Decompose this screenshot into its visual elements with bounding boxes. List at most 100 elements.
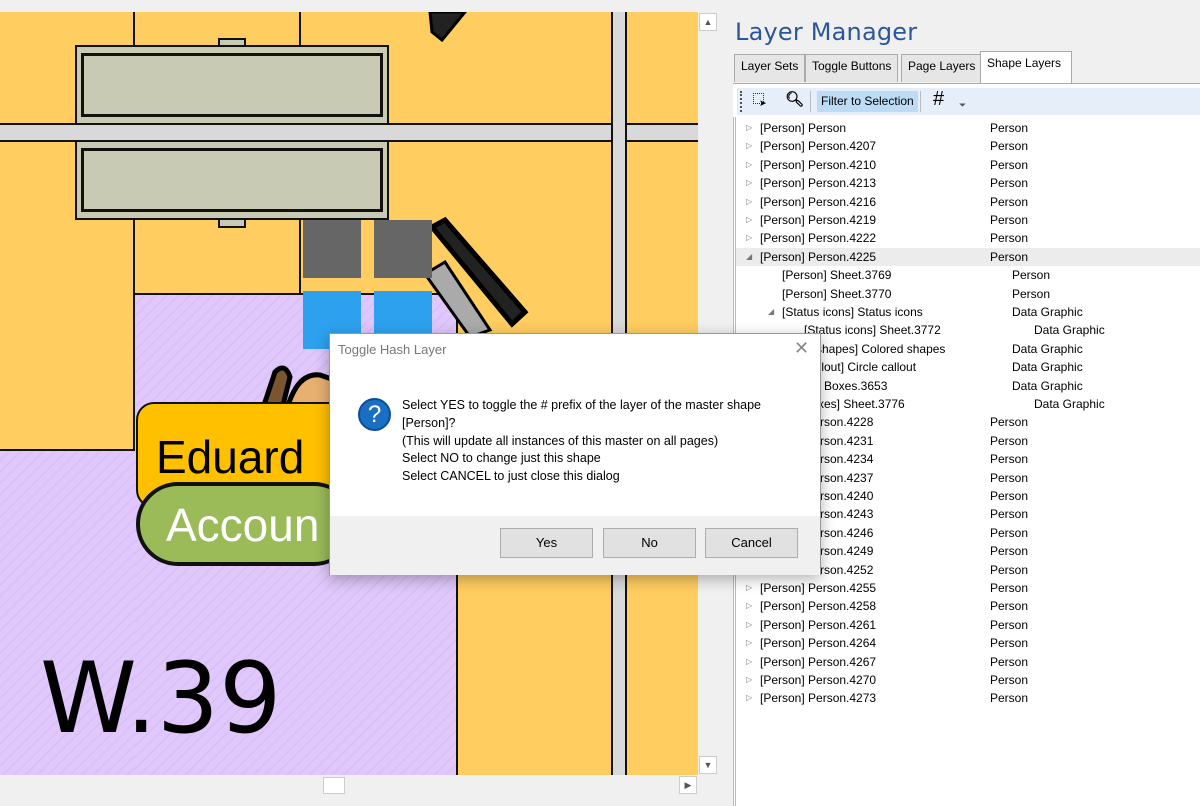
toolbar-separator <box>810 91 811 112</box>
tree-row[interactable]: ▷ [Person] Person.4264 Person <box>736 634 1200 652</box>
desk[interactable] <box>75 140 389 220</box>
tree-row[interactable]: ▷ [Person] Person.4207 Person <box>736 137 1200 155</box>
tab-page-layers[interactable]: Page Layers <box>901 54 983 82</box>
layer-type: Person <box>990 157 1029 172</box>
layer-name: [Status icons] Sheet.3772 <box>804 323 941 338</box>
layer-name: d shapes] Colored shapes <box>806 341 946 356</box>
desk-connector <box>218 218 246 228</box>
tree-row[interactable]: ▷ [Person] Person.4258 Person <box>736 597 1200 615</box>
expand-arrow-icon[interactable]: ▷ <box>746 193 752 211</box>
tree-row[interactable]: ▷ [Person] Person.4216 Person <box>736 193 1200 211</box>
tree-row[interactable]: ▷ [Person] Person.4219 Person <box>736 211 1200 229</box>
expand-arrow-icon[interactable]: ▷ <box>746 653 752 671</box>
tree-row[interactable]: ▷ [Person] Person.4267 Person <box>736 653 1200 671</box>
tree-row[interactable]: ▷ [Person] Person.4270 Person <box>736 671 1200 689</box>
expand-arrow-icon[interactable]: ▷ <box>746 616 752 634</box>
tree-row[interactable]: ▷ [Person] Person.4213 Person <box>736 174 1200 192</box>
room-label: W.39 <box>40 642 282 756</box>
tree-row[interactable]: ▷ [Person] Person.4261 Person <box>736 616 1200 634</box>
layer-type: Person <box>990 654 1029 669</box>
horizontal-scrollbar[interactable]: ▶ <box>0 775 698 795</box>
expand-arrow-icon[interactable]: ▷ <box>746 579 752 597</box>
layer-type: Person <box>990 433 1029 448</box>
layer-type: Person <box>990 249 1029 264</box>
layer-type: Person <box>990 691 1029 706</box>
expand-arrow-icon[interactable]: ▷ <box>746 119 752 137</box>
toolbar-grip[interactable] <box>740 91 742 112</box>
layer-name: rson.4246 <box>820 525 874 540</box>
message-line: Select CANCEL to just close this dialog <box>402 469 620 484</box>
expand-arrow-icon[interactable]: ▷ <box>746 671 752 689</box>
toolbar-separator <box>920 91 921 112</box>
expand-arrow-icon[interactable]: ▷ <box>746 174 752 192</box>
layer-name: [Person] Person.4207 <box>760 139 877 154</box>
overflow-chevron-icon[interactable]: ⏷ <box>959 100 966 111</box>
layer-type: Person <box>990 525 1029 540</box>
layer-type: Person <box>990 452 1029 467</box>
layer-type: Data Graphic <box>1034 323 1105 338</box>
layer-type: Person <box>990 176 1029 191</box>
tree-row[interactable]: ▷ [Person] Person.4255 Person <box>736 579 1200 597</box>
layer-type: Person <box>990 636 1029 651</box>
layer-type: Person <box>990 489 1029 503</box>
layer-name: rson.4234 <box>820 452 874 467</box>
layer-type: Data Graphic <box>1012 378 1083 393</box>
layer-name: [Person] Person <box>760 121 847 135</box>
expand-arrow-icon[interactable]: ▷ <box>746 156 752 174</box>
tab-layer-sets[interactable]: Layer Sets <box>734 54 806 82</box>
hash-toggle-button[interactable]: # <box>933 88 944 111</box>
expand-arrow-icon[interactable]: ▷ <box>746 211 752 229</box>
layer-type: Data Graphic <box>1034 397 1105 411</box>
expand-arrow-icon[interactable]: ▷ <box>746 229 752 247</box>
department-badge: Accoun <box>136 482 356 566</box>
tab-shape-layers[interactable]: Shape Layers <box>980 51 1072 83</box>
layer-name: rson.4237 <box>820 470 874 485</box>
layer-name: rson.4252 <box>820 562 874 577</box>
zoom-icon[interactable]: 🔍︎ <box>785 90 804 108</box>
tree-row[interactable]: ◢ [Status icons] Status icons Data Graphic <box>736 303 1200 321</box>
layer-name: rson.4243 <box>820 507 874 522</box>
dialog-title: Toggle Hash Layer <box>338 342 447 357</box>
collapse-arrow-icon[interactable]: ◢ <box>746 248 752 266</box>
scroll-up-icon[interactable]: ▲ <box>699 13 717 31</box>
expand-arrow-icon[interactable]: ▷ <box>746 137 752 155</box>
yes-button[interactable]: Yes <box>500 528 593 558</box>
layer-name: [Person] Person.4216 <box>760 194 877 209</box>
tree-row[interactable]: ◢ [Person] Person.4225 Person <box>736 247 1200 266</box>
no-button[interactable]: No <box>603 528 696 558</box>
cancel-button[interactable]: Cancel <box>705 528 798 558</box>
layer-name: [Person] Person.4267 <box>760 654 877 669</box>
layer-name: rson.4240 <box>820 489 874 503</box>
tree-row[interactable]: [Person] Sheet.3770 Person <box>736 285 1200 303</box>
expand-arrow-icon[interactable]: ▷ <box>746 689 752 707</box>
scroll-right-icon[interactable]: ▶ <box>679 776 697 794</box>
layer-name: [Person] Person.4210 <box>760 157 877 172</box>
desk[interactable] <box>75 45 389 125</box>
select-region-icon[interactable]: ➤ <box>753 93 767 108</box>
layer-type: Person <box>990 581 1029 595</box>
panel-title: Layer Manager <box>735 18 918 46</box>
tab-toggle-buttons[interactable]: Toggle Buttons <box>805 54 899 82</box>
layer-name: [Person] Person.4270 <box>760 673 877 687</box>
filter-to-selection-button[interactable]: Filter to Selection <box>817 91 918 112</box>
tree-row[interactable]: ▷ [Person] Person.4222 Person <box>736 229 1200 247</box>
layer-name: rson.4231 <box>820 433 874 448</box>
expand-arrow-icon[interactable]: ▷ <box>746 597 752 615</box>
collapse-arrow-icon[interactable]: ◢ <box>768 303 774 321</box>
layer-type: Person <box>990 544 1029 559</box>
toolbar: ➤ 🔍︎ Filter to Selection # ⏷ <box>733 83 1200 117</box>
scroll-down-icon[interactable]: ▼ <box>699 756 717 774</box>
scroll-thumb[interactable] <box>323 777 345 794</box>
message-line: Select YES to toggle the # prefix of the… <box>402 398 762 412</box>
close-icon[interactable]: ✕ <box>794 338 809 359</box>
layer-name: [Person] Sheet.3770 <box>782 286 892 301</box>
layer-name: [Person] Sheet.3769 <box>782 268 892 283</box>
layer-type: Person <box>990 139 1029 154</box>
tree-row[interactable]: ▷ [Person] Person.4273 Person <box>736 689 1200 707</box>
expand-arrow-icon[interactable]: ▷ <box>746 634 752 652</box>
layer-name: [Person] Person.4225 <box>760 249 877 264</box>
tree-row[interactable]: [Person] Sheet.3769 Person <box>736 266 1200 284</box>
tree-row[interactable]: ▷ [Person] Person Person <box>736 119 1200 137</box>
person-department: Accoun <box>166 499 320 551</box>
tree-row[interactable]: ▷ [Person] Person.4210 Person <box>736 156 1200 174</box>
